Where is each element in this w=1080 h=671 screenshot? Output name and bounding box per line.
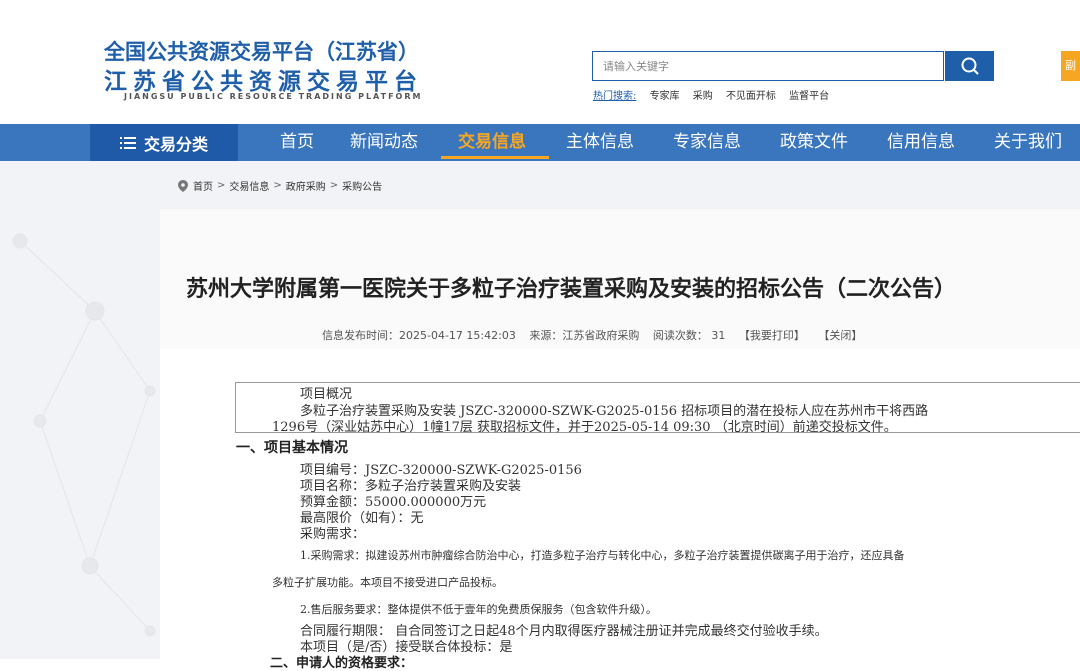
breadcrumb: 首页 > 交易信息 > 政府采购 > 采购公告 (178, 178, 382, 193)
requirement-paragraph: 1.采购需求：拟建设苏州市肿瘤综合防治中心，打造多粒子治疗与转化中心，多粒子治疗… (300, 549, 905, 562)
side-orange-button[interactable]: 副 (1061, 51, 1080, 81)
service-paragraph: 2.售后服务要求：整体提供不低于壹年的免费质保服务（包含软件升级）。 (300, 603, 657, 616)
search-icon (961, 57, 979, 75)
nav-item-home[interactable]: 首页 (280, 124, 314, 161)
source: 来源：江苏省政府采购 (529, 329, 640, 342)
article-meta: 信息发布时间：2025-04-17 15:42:03 来源：江苏省政府采购 阅读… (322, 327, 872, 343)
requirement-paragraph: 多粒子扩展功能。本项目不接受进口产品投标。 (272, 576, 503, 589)
nav-item-expert[interactable]: 专家信息 (673, 124, 741, 161)
hot-search-item[interactable]: 专家库 (650, 91, 680, 102)
hot-search: 热门搜索: 专家库 采购 不见面开标 监督平台 (593, 87, 829, 102)
read-count: 阅读次数： 31 (652, 329, 726, 342)
nav-category-button[interactable]: 交易分类 (90, 124, 238, 161)
nav-item-news[interactable]: 新闻动态 (350, 124, 418, 161)
search-input[interactable] (593, 52, 953, 80)
menu-list-icon (119, 136, 136, 149)
breadcrumb-procurement-notice[interactable]: 采购公告 (342, 178, 382, 193)
close-link[interactable]: 【关闭】 (818, 329, 862, 342)
breadcrumb-gov-procurement[interactable]: 政府采购 (286, 178, 326, 193)
nav-item-policy[interactable]: 政策文件 (780, 124, 848, 161)
nav-category-label: 交易分类 (143, 134, 208, 154)
hot-search-item[interactable]: 监督平台 (789, 91, 829, 102)
logo-english: JIANGSU PUBLIC RESOURCE TRADING PLATFORM (124, 92, 423, 101)
hot-search-item[interactable]: 采购 (693, 91, 713, 102)
publish-time: 信息发布时间：2025-04-17 15:42:03 (322, 329, 516, 342)
breadcrumb-trading[interactable]: 交易信息 (229, 178, 269, 193)
nav-active-indicator (441, 156, 549, 159)
print-link[interactable]: 【我要打印】 (739, 329, 805, 342)
section-heading: 二、申请人的资格要求： (270, 656, 414, 671)
hot-search-label: 热门搜索: (593, 91, 637, 102)
nav-item-about[interactable]: 关于我们 (994, 124, 1062, 161)
logo-title-line2[interactable]: 江苏省公共资源交易平台 (104, 62, 423, 96)
search-button[interactable] (945, 51, 994, 81)
summary-line: 1296号（深业姑苏中心）1幢17层 获取招标文件，并于2025-05-14 0… (272, 420, 897, 435)
search-box (592, 51, 953, 81)
nav-item-credit[interactable]: 信用信息 (887, 124, 955, 161)
site-header: 全国公共资源交易平台（江苏省） 江苏省公共资源交易平台 JIANGSU PUBL… (0, 0, 1080, 124)
nav-item-entity[interactable]: 主体信息 (566, 124, 634, 161)
article-title: 苏州大学附属第一医院关于多粒子治疗装置采购及安装的招标公告（二次公告） (186, 277, 957, 302)
hot-search-item[interactable]: 不见面开标 (726, 91, 776, 102)
requirement-heading: 采购需求： (300, 527, 366, 542)
breadcrumb-home[interactable]: 首页 (193, 178, 213, 193)
location-pin-icon (178, 179, 188, 192)
section-heading: 一、项目基本情况 (236, 440, 348, 456)
